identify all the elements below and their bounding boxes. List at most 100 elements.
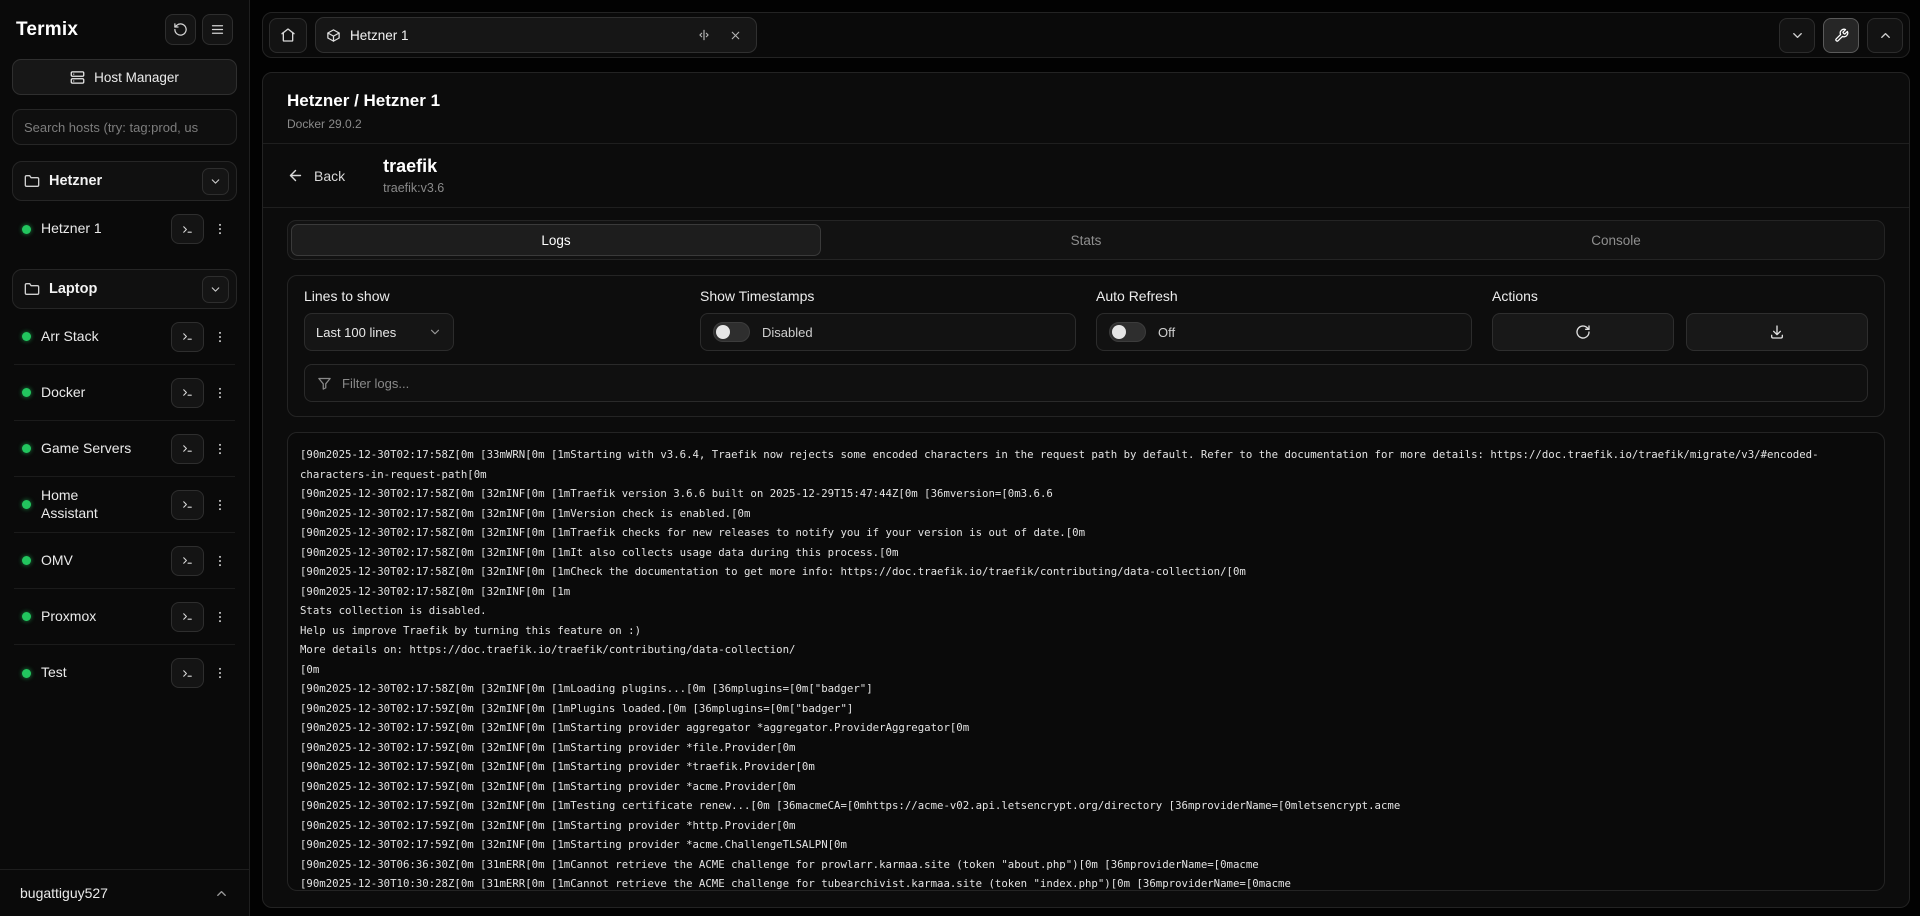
host-menu-button[interactable]: [207, 546, 233, 576]
log-line: [90m2025-12-30T02:17:59Z[0m [32mINF[0m […: [300, 718, 1872, 738]
kebab-menu-icon: [213, 442, 227, 456]
split-view-icon: [697, 28, 711, 42]
chevron-down-icon: [209, 283, 222, 296]
arrow-left-icon: [287, 167, 304, 184]
download-icon: [1769, 324, 1785, 340]
container-box-icon: [326, 28, 341, 43]
log-line: [90m2025-12-30T02:17:58Z[0m [32mINF[0m […: [300, 679, 1872, 699]
log-line: [90m2025-12-30T02:17:59Z[0m [32mINF[0m […: [300, 835, 1872, 855]
log-controls: Lines to show Last 100 lines Show Timest…: [287, 275, 1885, 417]
kebab-menu-icon: [213, 498, 227, 512]
host-manager-button[interactable]: Host Manager: [12, 59, 237, 95]
chevron-down-icon: [209, 175, 222, 188]
timestamps-box: Disabled: [700, 313, 1076, 351]
kebab-menu-icon: [213, 554, 227, 568]
autorefresh-toggle[interactable]: [1109, 322, 1146, 342]
log-line: [90m2025-12-30T02:17:58Z[0m [32mINF[0m […: [300, 504, 1872, 524]
terminal-icon: [181, 442, 194, 455]
tab-logs[interactable]: Logs: [291, 224, 821, 256]
container-image: traefik:v3.6: [383, 181, 444, 195]
log-line: [90m2025-12-30T02:17:59Z[0m [32mINF[0m […: [300, 796, 1872, 816]
host-item[interactable]: Docker: [14, 365, 235, 421]
panel-expand-button[interactable]: [1867, 18, 1903, 53]
actions-control: Actions: [1492, 288, 1868, 351]
status-dot: [22, 225, 31, 234]
open-terminal-button[interactable]: [171, 546, 204, 576]
panel-collapse-button[interactable]: [1779, 18, 1815, 53]
group-collapse-button[interactable]: [202, 276, 229, 303]
host-menu-button[interactable]: [207, 602, 233, 632]
group-collapse-button[interactable]: [202, 168, 229, 195]
reset-button[interactable]: [165, 14, 196, 45]
lines-select-value: Last 100 lines: [316, 325, 396, 340]
open-terminal-button[interactable]: [171, 658, 204, 688]
chevron-down-icon: [428, 325, 442, 339]
container-info: traefik traefik:v3.6: [383, 156, 444, 195]
kebab-menu-icon: [213, 222, 227, 236]
tab-console[interactable]: Console: [1351, 224, 1881, 256]
terminal-tab[interactable]: Hetzner 1: [315, 17, 757, 53]
host-label: Test: [41, 664, 67, 682]
download-logs-button[interactable]: [1686, 313, 1868, 351]
group-header[interactable]: Hetzner: [12, 161, 237, 201]
open-terminal-button[interactable]: [171, 214, 204, 244]
open-terminal-button[interactable]: [171, 434, 204, 464]
host-menu-button[interactable]: [207, 490, 233, 520]
close-tab-button[interactable]: [724, 24, 746, 46]
topbar: Hetzner 1: [262, 12, 1910, 58]
status-dot: [22, 388, 31, 397]
host-item[interactable]: Hetzner 1: [14, 201, 235, 257]
main-panel: Hetzner / Hetzner 1 Docker 29.0.2 Back t…: [262, 72, 1910, 908]
filter-input[interactable]: [342, 376, 1855, 391]
tab-stats[interactable]: Stats: [821, 224, 1351, 256]
refresh-logs-button[interactable]: [1492, 313, 1674, 351]
close-icon: [729, 29, 742, 42]
host-item[interactable]: Arr Stack: [14, 309, 235, 365]
log-line: [90m2025-12-30T02:17:58Z[0m [33mWRN[0m […: [300, 445, 1872, 484]
menu-icon: [210, 22, 225, 37]
user-footer[interactable]: bugattiguy527: [0, 869, 249, 916]
host-menu-button[interactable]: [207, 322, 233, 352]
tools-button[interactable]: [1823, 18, 1859, 53]
host-item[interactable]: Home Assistant: [14, 477, 235, 533]
timestamps-toggle[interactable]: [713, 322, 750, 342]
group-header[interactable]: Laptop: [12, 269, 237, 309]
open-terminal-button[interactable]: [171, 602, 204, 632]
menu-button[interactable]: [202, 14, 233, 45]
host-menu-button[interactable]: [207, 378, 233, 408]
open-terminal-button[interactable]: [171, 322, 204, 352]
group-host-list: Arr Stack Docker Game Servers: [12, 309, 237, 701]
autorefresh-box: Off: [1096, 313, 1472, 351]
host-item[interactable]: Proxmox: [14, 589, 235, 645]
lines-select[interactable]: Last 100 lines: [304, 313, 454, 351]
search-input[interactable]: [12, 109, 237, 145]
host-menu-button[interactable]: [207, 434, 233, 464]
host-item[interactable]: OMV: [14, 533, 235, 589]
status-dot: [22, 669, 31, 678]
host-menu-button[interactable]: [207, 214, 233, 244]
terminal-icon: [181, 223, 194, 236]
split-view-button[interactable]: [693, 24, 715, 46]
sidebar-header: Termix: [12, 10, 237, 59]
back-button[interactable]: Back: [287, 167, 345, 184]
folder-icon: [24, 281, 40, 297]
sidebar: Termix Host Manager Hetzner: [0, 0, 250, 916]
status-dot: [22, 332, 31, 341]
status-dot: [22, 612, 31, 621]
host-item[interactable]: Test: [14, 645, 235, 701]
back-label: Back: [314, 168, 345, 184]
terminal-icon: [181, 610, 194, 623]
host-label: OMV: [41, 552, 73, 570]
log-line: [90m2025-12-30T02:17:59Z[0m [32mINF[0m […: [300, 777, 1872, 797]
open-terminal-button[interactable]: [171, 490, 204, 520]
reset-icon: [173, 22, 188, 37]
host-menu-button[interactable]: [207, 658, 233, 688]
open-terminal-button[interactable]: [171, 378, 204, 408]
home-button[interactable]: [269, 18, 307, 53]
log-line: [90m2025-12-30T02:17:59Z[0m [32mINF[0m […: [300, 699, 1872, 719]
docker-version: Docker 29.0.2: [287, 117, 1885, 131]
funnel-icon: [317, 376, 332, 391]
host-item[interactable]: Game Servers: [14, 421, 235, 477]
log-output[interactable]: [90m2025-12-30T02:17:58Z[0m [33mWRN[0m […: [287, 432, 1885, 891]
terminal-icon: [181, 498, 194, 511]
